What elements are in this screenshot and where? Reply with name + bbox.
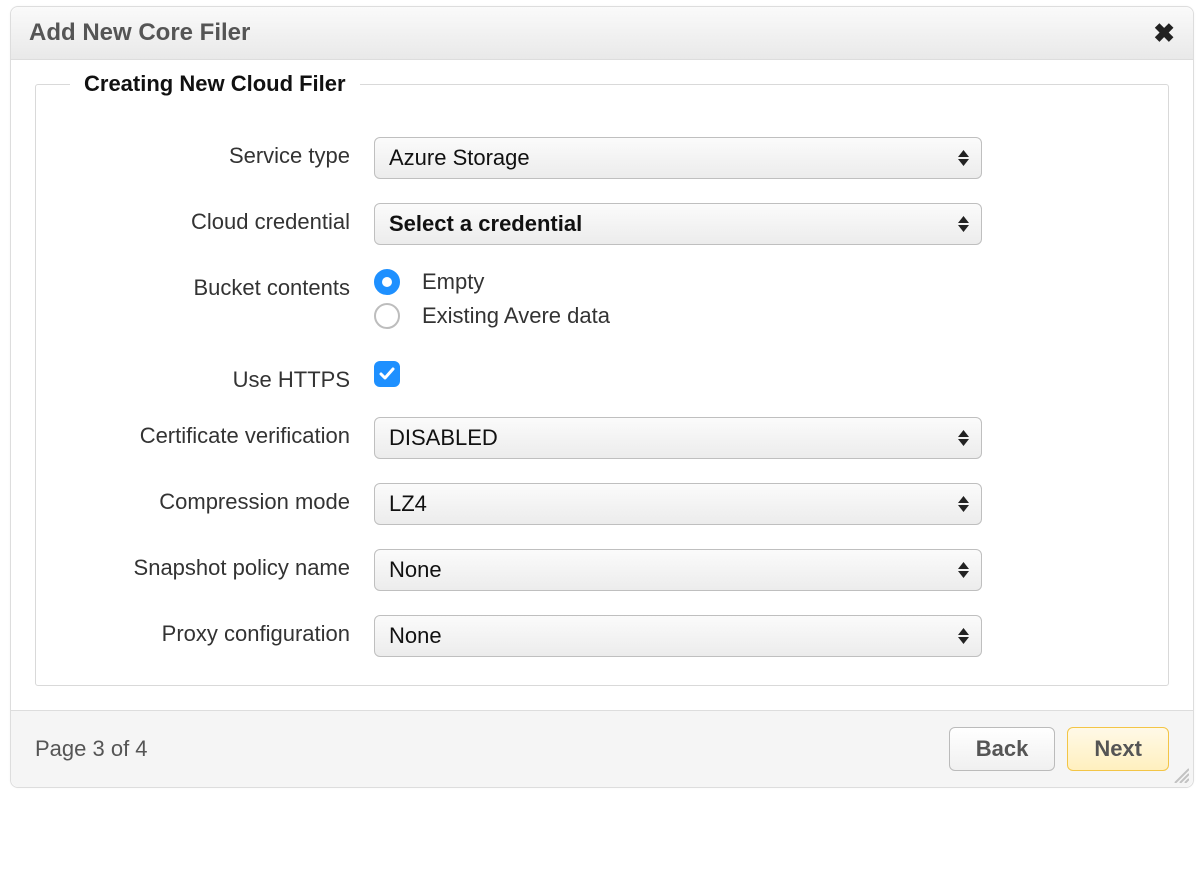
row-use-https: Use HTTPS	[64, 361, 1140, 393]
back-button[interactable]: Back	[949, 727, 1056, 771]
dialog-body: Creating New Cloud Filer Service type Az…	[11, 60, 1193, 710]
service-type-value: Azure Storage	[389, 145, 530, 171]
compression-value: LZ4	[389, 491, 427, 517]
cert-verify-select[interactable]: DISABLED	[374, 417, 982, 459]
bucket-existing-option: Existing Avere data	[374, 303, 1140, 329]
proxy-select[interactable]: None	[374, 615, 982, 657]
bucket-existing-label: Existing Avere data	[422, 303, 610, 329]
bucket-existing-radio[interactable]	[374, 303, 400, 329]
cloud-credential-value: Select a credential	[389, 211, 582, 237]
label-service-type: Service type	[64, 137, 374, 169]
dialog-header: Add New Core Filer ✖	[11, 7, 1193, 60]
compression-select[interactable]: LZ4	[374, 483, 982, 525]
row-service-type: Service type Azure Storage	[64, 137, 1140, 179]
dialog-title: Add New Core Filer	[29, 19, 250, 47]
add-core-filer-dialog: Add New Core Filer ✖ Creating New Cloud …	[10, 6, 1194, 788]
close-icon[interactable]: ✖	[1153, 20, 1175, 46]
bucket-empty-radio[interactable]	[374, 269, 400, 295]
snapshot-value: None	[389, 557, 442, 583]
cloud-credential-select[interactable]: Select a credential	[374, 203, 982, 245]
row-cloud-credential: Cloud credential Select a credential	[64, 203, 1140, 245]
select-arrows-icon	[958, 628, 969, 644]
cert-verify-value: DISABLED	[389, 425, 498, 451]
select-arrows-icon	[958, 496, 969, 512]
bucket-empty-label: Empty	[422, 269, 484, 295]
cloud-filer-fieldset: Creating New Cloud Filer Service type Az…	[35, 84, 1169, 686]
label-compression: Compression mode	[64, 483, 374, 515]
label-bucket-contents: Bucket contents	[64, 269, 374, 301]
row-snapshot: Snapshot policy name None	[64, 549, 1140, 591]
label-cert-verify: Certificate verification	[64, 417, 374, 449]
resize-grip-icon[interactable]	[1171, 765, 1189, 783]
dialog-footer: Page 3 of 4 Back Next	[11, 710, 1193, 787]
select-arrows-icon	[958, 562, 969, 578]
proxy-value: None	[389, 623, 442, 649]
page-indicator: Page 3 of 4	[35, 736, 148, 762]
label-use-https: Use HTTPS	[64, 361, 374, 393]
row-bucket-contents: Bucket contents Empty Existing Avere dat…	[64, 269, 1140, 337]
label-proxy: Proxy configuration	[64, 615, 374, 647]
row-compression: Compression mode LZ4	[64, 483, 1140, 525]
row-proxy: Proxy configuration None	[64, 615, 1140, 657]
select-arrows-icon	[958, 430, 969, 446]
select-arrows-icon	[958, 216, 969, 232]
bucket-empty-option: Empty	[374, 269, 1140, 295]
fieldset-legend: Creating New Cloud Filer	[70, 71, 360, 97]
next-button[interactable]: Next	[1067, 727, 1169, 771]
service-type-select[interactable]: Azure Storage	[374, 137, 982, 179]
label-snapshot: Snapshot policy name	[64, 549, 374, 581]
use-https-checkbox[interactable]	[374, 361, 400, 387]
row-cert-verify: Certificate verification DISABLED	[64, 417, 1140, 459]
label-cloud-credential: Cloud credential	[64, 203, 374, 235]
select-arrows-icon	[958, 150, 969, 166]
snapshot-select[interactable]: None	[374, 549, 982, 591]
